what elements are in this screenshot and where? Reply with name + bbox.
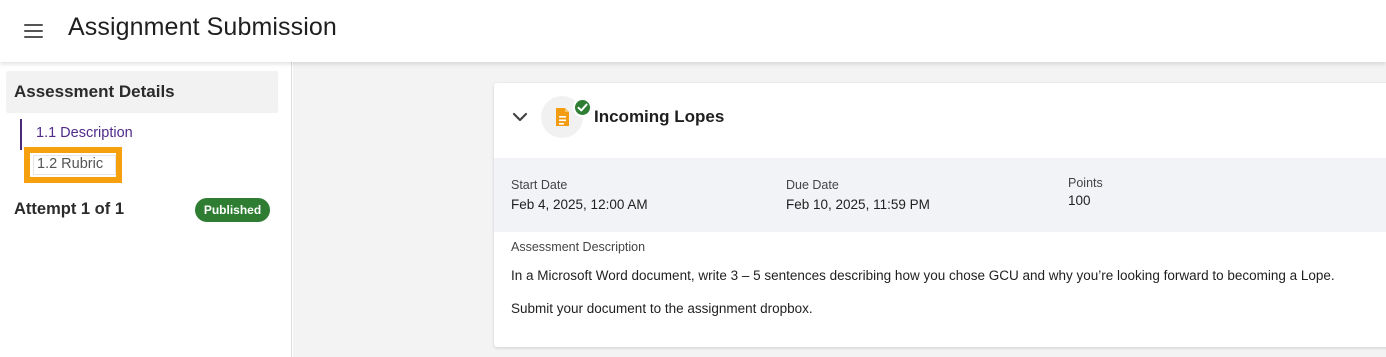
description-paragraph: In a Microsoft Word document, write 3 – … [511, 268, 1335, 283]
hamburger-menu-icon[interactable] [18, 16, 50, 46]
top-app-bar: Assignment Submission [0, 0, 1386, 62]
active-nav-indicator [20, 119, 22, 150]
due-date-value: Feb 10, 2025, 11:59 PM [786, 197, 930, 212]
description-paragraph: Submit your document to the assignment d… [511, 301, 813, 316]
main-content: Incoming Lopes Start Date Feb 4, 2025, 1… [293, 62, 1386, 357]
assignment-card: Incoming Lopes Start Date Feb 4, 2025, 1… [494, 83, 1386, 347]
start-date-value: Feb 4, 2025, 12:00 AM [511, 197, 648, 212]
attempt-label: Attempt 1 of 1 [14, 200, 125, 218]
assessment-details-title: Assessment Details [14, 82, 175, 101]
sidebar-item-rubric-label: 1.2 Rubric [37, 156, 104, 172]
chevron-down-icon[interactable] [510, 107, 530, 127]
sidebar-item-description[interactable]: 1.1 Description [36, 125, 133, 141]
assignment-meta: Start Date Feb 4, 2025, 12:00 AM Due Dat… [494, 158, 1386, 232]
page-title: Assignment Submission [68, 13, 337, 41]
sidebar-item-rubric[interactable]: 1.2 Rubric [24, 147, 122, 183]
points-value: 100 [1068, 193, 1091, 208]
assessment-description-label: Assessment Description [511, 240, 646, 254]
status-badge: Published [195, 198, 270, 222]
start-date-label: Start Date [511, 178, 568, 192]
sidebar: Assessment Details 1.1 Description 1.2 R… [0, 62, 292, 357]
assignment-title: Incoming Lopes [594, 107, 725, 126]
assessment-details-header: Assessment Details [6, 71, 278, 113]
due-date-label: Due Date [786, 178, 839, 192]
points-label: Points [1068, 176, 1103, 190]
check-circle-icon [573, 98, 592, 117]
